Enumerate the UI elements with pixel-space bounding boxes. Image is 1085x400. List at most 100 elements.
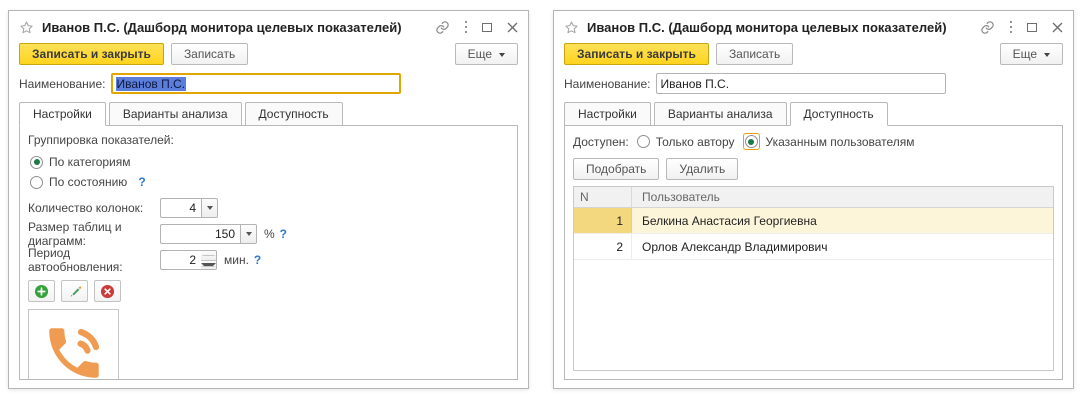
user-name-cell: Орлов Александр Владимирович bbox=[642, 239, 828, 254]
users-table[interactable]: N Пользователь 1 Белкина Анастасия Георг… bbox=[573, 186, 1054, 371]
chevron-down-icon bbox=[499, 52, 505, 57]
columns-count-value[interactable]: 4 bbox=[160, 198, 201, 218]
spin-down-icon[interactable] bbox=[201, 260, 216, 269]
name-input-value: Иванов П.С. bbox=[660, 76, 730, 91]
save-button[interactable]: Записать bbox=[170, 43, 249, 65]
row-number-cell: 2 bbox=[574, 234, 632, 259]
link-icon[interactable] bbox=[980, 20, 995, 35]
tab-analysis-variants[interactable]: Варианты анализа bbox=[108, 102, 242, 126]
user-name-cell: Белкина Анастасия Георгиевна bbox=[642, 213, 817, 228]
column-header-n[interactable]: N bbox=[574, 187, 632, 207]
radio-specified-users[interactable]: Указанным пользователям bbox=[742, 133, 915, 150]
users-table-header: N Пользователь bbox=[574, 187, 1053, 208]
tab-bar: Настройки Варианты анализа Доступность bbox=[554, 102, 1073, 126]
titlebar: Иванов П.С. (Дашборд монитора целевых по… bbox=[554, 11, 1073, 39]
tab-bar: Настройки Варианты анализа Доступность bbox=[9, 102, 528, 126]
help-link[interactable]: ? bbox=[280, 227, 287, 241]
settings-panel: Группировка показателей: По категориям П… bbox=[19, 125, 518, 380]
available-label: Доступен: bbox=[573, 134, 629, 149]
maximize-icon[interactable] bbox=[1027, 22, 1037, 32]
more-menu-icon[interactable] bbox=[464, 20, 467, 34]
close-icon[interactable] bbox=[1052, 22, 1063, 33]
picture-toolbar bbox=[28, 280, 509, 302]
radio-by-category-label: По категориям bbox=[49, 155, 131, 169]
add-picture-button[interactable] bbox=[28, 280, 55, 302]
tab-settings[interactable]: Настройки bbox=[564, 102, 651, 126]
spin-up-icon[interactable] bbox=[201, 251, 216, 261]
link-icon[interactable] bbox=[435, 20, 450, 35]
column-header-user[interactable]: Пользователь bbox=[632, 187, 1053, 207]
phone-call-icon bbox=[48, 328, 99, 378]
radio-group-by-category[interactable]: По категориям bbox=[28, 152, 509, 172]
name-input[interactable]: Иванов П.С. bbox=[655, 73, 946, 94]
radio-group-by-state[interactable]: По состоянию ? bbox=[28, 172, 509, 192]
pick-users-button[interactable]: Подобрать bbox=[573, 158, 660, 180]
refresh-period-spinner[interactable]: 2 bbox=[160, 250, 217, 270]
access-row: Доступен: Только автору Указанным пользо… bbox=[565, 126, 1062, 154]
refresh-period-label: Период автообновления: bbox=[28, 246, 123, 274]
favorite-star-icon[interactable] bbox=[564, 20, 579, 35]
name-label: Наименование: bbox=[19, 76, 106, 91]
red-cross-icon bbox=[100, 284, 115, 298]
accessibility-panel: Доступен: Только автору Указанным пользо… bbox=[564, 125, 1063, 380]
tab-accessibility[interactable]: Доступность bbox=[244, 102, 343, 126]
radio-by-state-label: По состоянию bbox=[49, 175, 128, 189]
columns-count-row: Количество колонок: 4 bbox=[28, 198, 509, 218]
favorite-star-icon[interactable] bbox=[19, 20, 34, 35]
name-input[interactable]: Иванов П.С. bbox=[110, 73, 401, 94]
grouping-label: Группировка показателей: bbox=[28, 133, 174, 147]
help-link[interactable]: ? bbox=[254, 253, 261, 267]
tab-analysis-variants[interactable]: Варианты анализа bbox=[653, 102, 787, 126]
window-title: Иванов П.С. (Дашборд монитора целевых по… bbox=[587, 19, 947, 35]
columns-count-label: Количество колонок: bbox=[28, 201, 144, 215]
dropdown-arrow-icon[interactable] bbox=[240, 224, 257, 244]
radio-author-only[interactable]: Только автору bbox=[636, 134, 735, 149]
size-unit: % bbox=[264, 227, 275, 241]
edit-picture-button[interactable] bbox=[61, 280, 88, 302]
tab-accessibility[interactable]: Доступность bbox=[789, 102, 888, 126]
name-field-row: Наименование: Иванов П.С. bbox=[554, 71, 1073, 100]
radio-icon bbox=[30, 155, 43, 169]
table-row[interactable]: 1 Белкина Анастасия Георгиевна bbox=[574, 208, 1053, 234]
chevron-down-icon bbox=[1044, 52, 1050, 57]
window-dashboard-settings: Иванов П.С. (Дашборд монитора целевых по… bbox=[8, 10, 529, 389]
close-icon[interactable] bbox=[507, 22, 518, 33]
size-value[interactable]: 150 bbox=[160, 224, 240, 244]
save-button[interactable]: Записать bbox=[715, 43, 794, 65]
dropdown-arrow-icon[interactable] bbox=[201, 198, 218, 218]
command-bar: Записать и закрыть Записать Еще bbox=[554, 39, 1073, 71]
radio-icon bbox=[30, 175, 43, 189]
refresh-period-unit: мин. bbox=[224, 253, 249, 267]
radio-specified-users-label: Указанным пользователям bbox=[765, 134, 915, 149]
clear-picture-button[interactable] bbox=[94, 280, 121, 302]
plus-icon bbox=[34, 284, 49, 298]
radio-author-only-label: Только автору bbox=[655, 134, 735, 149]
refresh-period-row: Период автообновления: 2 мин. ? bbox=[28, 246, 509, 274]
window-dashboard-accessibility: Иванов П.С. (Дашборд монитора целевых по… bbox=[553, 10, 1074, 389]
size-row: Размер таблиц и диаграмм: 150 % ? bbox=[28, 220, 509, 248]
window-title: Иванов П.С. (Дашборд монитора целевых по… bbox=[42, 19, 402, 35]
size-combobox[interactable]: 150 bbox=[160, 224, 257, 244]
name-label: Наименование: bbox=[564, 76, 651, 91]
name-field-row: Наименование: Иванов П.С. bbox=[9, 71, 528, 100]
titlebar: Иванов П.С. (Дашборд монитора целевых по… bbox=[9, 11, 528, 39]
row-number-cell: 1 bbox=[574, 208, 632, 233]
delete-user-button[interactable]: Удалить bbox=[666, 158, 739, 180]
size-label: Размер таблиц и диаграмм: bbox=[28, 220, 122, 248]
save-close-button[interactable]: Записать и закрыть bbox=[19, 43, 164, 65]
table-row[interactable]: 2 Орлов Александр Владимирович bbox=[574, 234, 1053, 260]
dashboard-picture[interactable] bbox=[28, 309, 119, 379]
more-menu-icon[interactable] bbox=[1009, 20, 1012, 34]
refresh-period-value[interactable]: 2 bbox=[160, 250, 201, 270]
save-close-button[interactable]: Записать и закрыть bbox=[564, 43, 709, 65]
help-link[interactable]: ? bbox=[138, 175, 145, 189]
maximize-icon[interactable] bbox=[482, 22, 492, 32]
columns-count-combobox[interactable]: 4 bbox=[160, 198, 218, 218]
edit-pencil-icon bbox=[69, 286, 81, 297]
radio-icon bbox=[744, 135, 758, 148]
more-button[interactable]: Еще bbox=[454, 43, 518, 65]
tab-settings[interactable]: Настройки bbox=[19, 102, 106, 126]
more-button[interactable]: Еще bbox=[999, 43, 1063, 65]
more-button-label: Еще bbox=[1012, 47, 1037, 61]
name-input-value: Иванов П.С. bbox=[115, 76, 187, 91]
